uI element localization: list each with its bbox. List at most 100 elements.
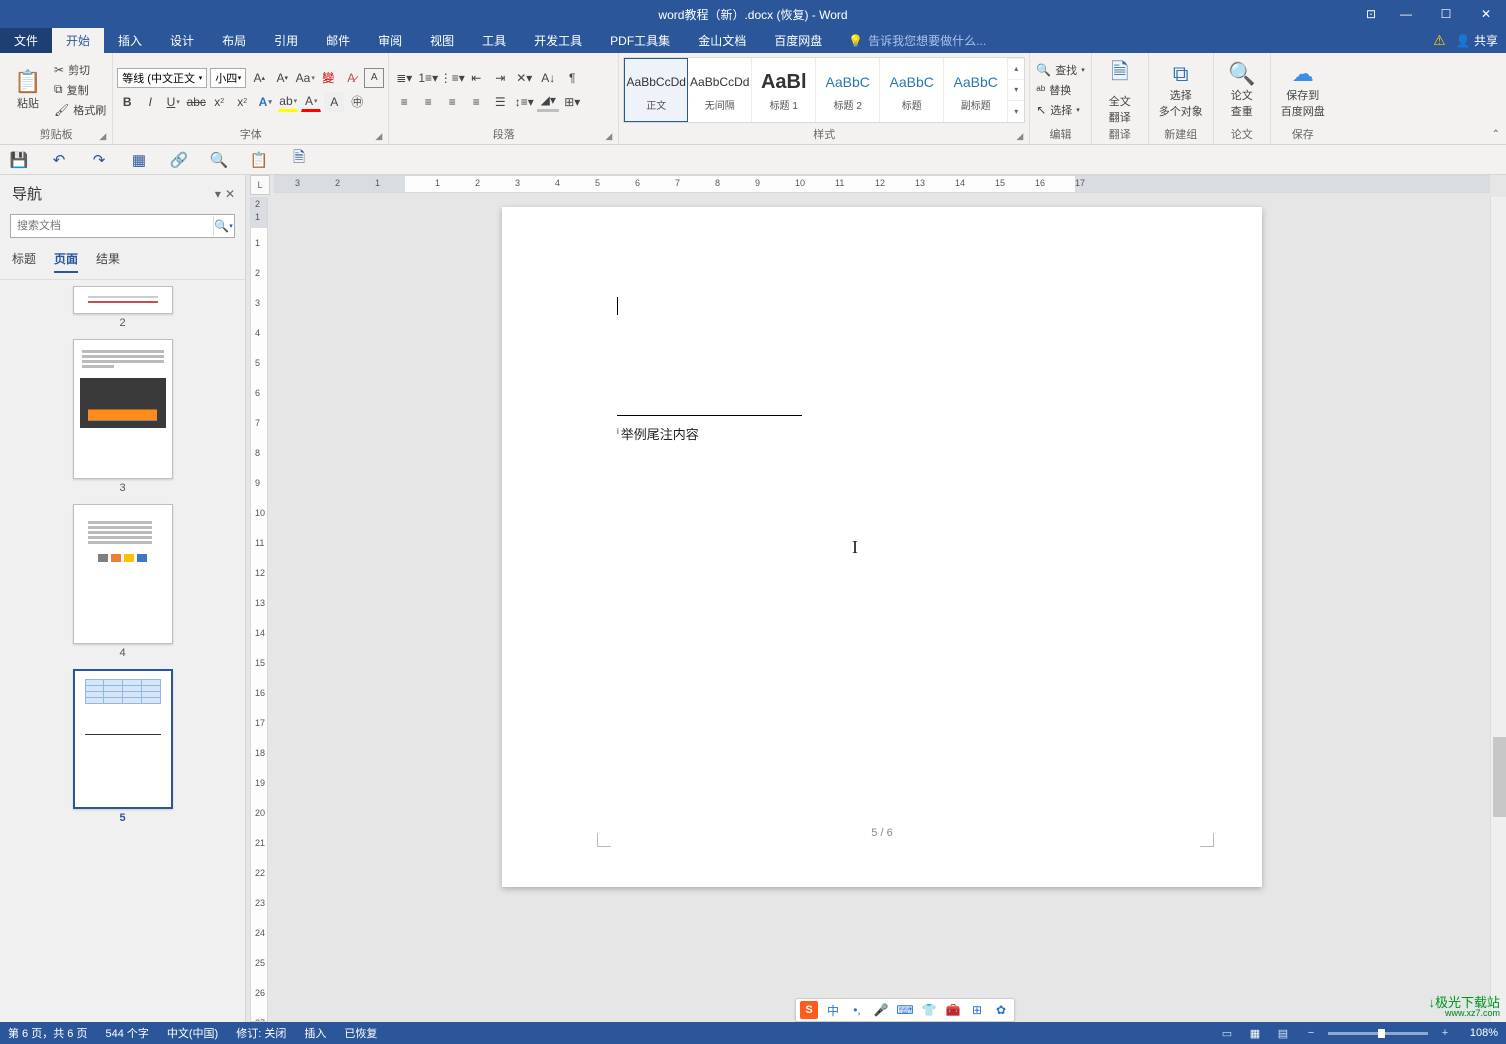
- paste-button[interactable]: 📋 粘贴: [4, 57, 52, 123]
- status-word-count[interactable]: 544 个字: [105, 1025, 148, 1041]
- tab-references[interactable]: 引用: [260, 28, 312, 53]
- share-button[interactable]: 👤 共享: [1456, 32, 1498, 49]
- ime-apps-button[interactable]: ⊞: [968, 1001, 986, 1019]
- collapse-ribbon-button[interactable]: ⌃: [1492, 53, 1506, 144]
- font-color-button[interactable]: A▾: [301, 92, 321, 112]
- document-canvas[interactable]: i举例尾注内容 5 / 6 I: [274, 197, 1490, 1022]
- nav-dropdown-button[interactable]: ▾: [215, 187, 221, 201]
- style-title[interactable]: AaBbC标题: [880, 58, 944, 122]
- tab-file[interactable]: 文件: [0, 28, 52, 53]
- character-border-button[interactable]: A: [364, 68, 384, 88]
- view-print-layout-button[interactable]: ▦: [1244, 1025, 1266, 1041]
- tab-home[interactable]: 开始: [52, 28, 104, 53]
- tab-baidu[interactable]: 百度网盘: [760, 28, 836, 53]
- character-shading-button[interactable]: A: [324, 92, 344, 112]
- style-heading2[interactable]: AaBbC标题 2: [816, 58, 880, 122]
- change-case-button[interactable]: Aa▾: [295, 68, 315, 88]
- thumbnail-page-2[interactable]: [73, 286, 173, 314]
- replace-button[interactable]: ᵃᵇ替换: [1034, 81, 1086, 99]
- dialog-launcher-icon[interactable]: ◢: [99, 131, 106, 142]
- dialog-launcher-icon[interactable]: ◢: [375, 131, 382, 142]
- nav-search-button[interactable]: 🔍▾: [213, 216, 233, 236]
- status-insert-mode[interactable]: 插入: [304, 1025, 326, 1041]
- nav-tab-pages[interactable]: 页面: [54, 250, 78, 273]
- shading-button[interactable]: ◢▾: [537, 92, 559, 112]
- tab-wps[interactable]: 金山文档: [684, 28, 760, 53]
- close-button[interactable]: ✕: [1466, 0, 1506, 28]
- qat-link-button[interactable]: 🔗: [168, 149, 190, 171]
- minimize-button[interactable]: —: [1386, 0, 1426, 28]
- decrease-indent-button[interactable]: ⇤: [465, 68, 487, 88]
- font-size-combo[interactable]: 小四▾: [210, 68, 246, 88]
- style-heading1[interactable]: AaBl标题 1: [752, 58, 816, 122]
- multilevel-list-button[interactable]: ⋮≡▾: [441, 68, 463, 88]
- qat-redo-button[interactable]: ↷: [88, 149, 110, 171]
- endnote-text[interactable]: i举例尾注内容: [617, 424, 1202, 443]
- bullets-button[interactable]: ≣▾: [393, 68, 415, 88]
- ribbon-display-options-icon[interactable]: ⊡: [1356, 0, 1386, 28]
- tell-me-search[interactable]: 💡 告诉我您想要做什么...: [848, 28, 986, 53]
- distribute-button[interactable]: ☰: [489, 92, 511, 112]
- qat-preview-button[interactable]: 🔍: [208, 149, 230, 171]
- bold-button[interactable]: B: [117, 92, 137, 112]
- tab-layout[interactable]: 布局: [208, 28, 260, 53]
- vertical-ruler[interactable]: 2112345678910111213141516171819202122232…: [250, 197, 268, 1022]
- copy-button[interactable]: ⧉复制: [52, 81, 108, 99]
- qat-clipboard-button[interactable]: 📋: [248, 149, 270, 171]
- italic-button[interactable]: I: [140, 92, 160, 112]
- zoom-in-button[interactable]: +: [1434, 1025, 1456, 1041]
- tab-mail[interactable]: 邮件: [312, 28, 364, 53]
- ime-settings-button[interactable]: ✿: [992, 1001, 1010, 1019]
- tab-insert[interactable]: 插入: [104, 28, 156, 53]
- zoom-value[interactable]: 108%: [1462, 1027, 1498, 1039]
- nav-tab-results[interactable]: 结果: [96, 250, 120, 273]
- tab-selector[interactable]: L: [250, 175, 270, 195]
- highlight-button[interactable]: ab▾: [278, 92, 298, 112]
- ime-skin-button[interactable]: 👕: [920, 1001, 938, 1019]
- tab-tools[interactable]: 工具: [468, 28, 520, 53]
- align-right-button[interactable]: ≡: [441, 92, 463, 112]
- ime-toolbox-button[interactable]: 🧰: [944, 1001, 962, 1019]
- ime-lang-button[interactable]: 中: [824, 1001, 842, 1019]
- asian-layout-button[interactable]: ✕▾: [513, 68, 535, 88]
- scrollbar-thumb[interactable]: [1493, 737, 1506, 817]
- dialog-launcher-icon[interactable]: ◢: [1016, 131, 1023, 142]
- style-subtitle[interactable]: AaBbC副标题: [944, 58, 1008, 122]
- phonetic-guide-button[interactable]: 變: [318, 68, 338, 88]
- show-marks-button[interactable]: ¶: [561, 68, 583, 88]
- cut-button[interactable]: ✂剪切: [52, 61, 108, 79]
- ime-keyboard-button[interactable]: ⌨: [896, 1001, 914, 1019]
- dialog-launcher-icon[interactable]: ◢: [605, 131, 612, 142]
- tab-view[interactable]: 视图: [416, 28, 468, 53]
- styles-scroll-down[interactable]: ▾: [1008, 79, 1024, 100]
- thumbnail-page-3[interactable]: [73, 339, 173, 479]
- zoom-slider[interactable]: [1328, 1032, 1428, 1035]
- text-effects-button[interactable]: A▾: [255, 92, 275, 112]
- qat-doc-button[interactable]: 🗎: [288, 149, 310, 171]
- tab-developer[interactable]: 开发工具: [520, 28, 596, 53]
- status-track-changes[interactable]: 修订: 关闭: [236, 1025, 286, 1041]
- borders-button[interactable]: ⊞▾: [561, 92, 583, 112]
- styles-scroll-up[interactable]: ▴: [1008, 58, 1024, 79]
- grow-font-button[interactable]: A▴: [249, 68, 269, 88]
- view-web-layout-button[interactable]: ▤: [1272, 1025, 1294, 1041]
- translate-button[interactable]: 🗎全文翻译: [1096, 57, 1144, 123]
- thumbnail-page-5[interactable]: [73, 669, 173, 809]
- status-recovered[interactable]: 已恢复: [344, 1025, 377, 1041]
- superscript-button[interactable]: x2: [232, 92, 252, 112]
- page[interactable]: i举例尾注内容 5 / 6 I: [502, 207, 1262, 887]
- nav-search-input[interactable]: [10, 214, 235, 238]
- nav-close-button[interactable]: ✕: [225, 187, 235, 201]
- vertical-scrollbar[interactable]: [1490, 197, 1506, 1022]
- line-spacing-button[interactable]: ↕≡▾: [513, 92, 535, 112]
- tab-pdf[interactable]: PDF工具集: [596, 28, 684, 53]
- styles-expand[interactable]: ▾: [1008, 100, 1024, 121]
- zoom-slider-knob[interactable]: [1378, 1029, 1385, 1038]
- save-baidu-button[interactable]: ☁保存到百度网盘: [1275, 57, 1331, 123]
- status-page[interactable]: 第 6 页，共 6 页: [8, 1025, 87, 1041]
- format-painter-button[interactable]: 🖌格式刷: [52, 101, 108, 119]
- select-multi-button[interactable]: ⧉选择多个对象: [1153, 57, 1209, 123]
- clear-formatting-button[interactable]: A̷: [341, 68, 361, 88]
- style-no-spacing[interactable]: AaBbCcDd无间隔: [688, 58, 752, 122]
- ime-toolbar[interactable]: S 中 •, 🎤 ⌨ 👕 🧰 ⊞ ✿: [795, 998, 1015, 1022]
